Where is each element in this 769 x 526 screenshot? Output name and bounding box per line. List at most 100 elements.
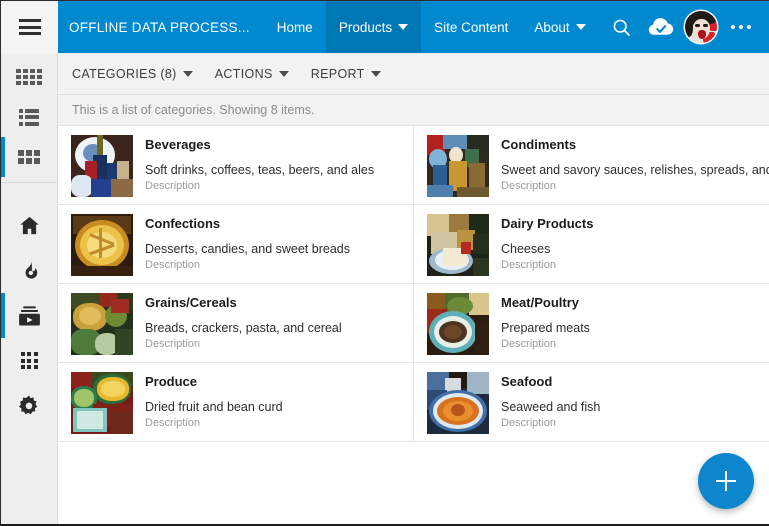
chevron-down-icon [278, 70, 289, 77]
chevron-down-icon [370, 70, 381, 77]
category-card-text: Seafood Seaweed and fish Description [501, 372, 600, 430]
chevron-down-icon [575, 24, 586, 30]
nav-item-products-label: Products [338, 19, 393, 35]
nav-item-site-content[interactable]: Site Content [421, 1, 521, 53]
avatar-eye-right [703, 24, 708, 27]
nav-item-about[interactable]: About [521, 1, 598, 53]
cloud-check-icon [648, 18, 674, 35]
beverages-thumbnail [71, 135, 133, 197]
rail-item-home[interactable] [1, 203, 57, 248]
more-options-icon [730, 24, 752, 30]
list-view-icon [19, 108, 39, 126]
category-card[interactable]: Dairy Products Cheeses Description [414, 205, 769, 284]
info-bar-text: This is a list of categories. Showing 8 … [72, 103, 315, 117]
category-title: Dairy Products [501, 216, 594, 231]
category-sub-label: Description [145, 180, 201, 192]
category-card-text: Dairy Products Cheeses Description [501, 214, 593, 272]
media-library-icon [18, 305, 40, 326]
meat-poultry-thumbnail [427, 293, 489, 355]
more-options-button[interactable] [722, 8, 760, 46]
rail-nav-group [1, 183, 57, 433]
search-button[interactable] [602, 8, 640, 46]
hamburger-icon [18, 19, 41, 35]
nav-item-home-label: Home [276, 19, 313, 35]
command-actions[interactable]: ACTIONS [215, 67, 289, 81]
app-window: OFFLINE DATA PROCESS... Home Products Si… [0, 0, 769, 526]
grains-cereals-thumbnail [71, 293, 133, 355]
category-sub-label: Description [145, 338, 201, 350]
avatar-eye-left [695, 24, 700, 27]
category-card[interactable]: Confections Desserts, candies, and sweet… [58, 205, 414, 284]
category-card[interactable]: Grains/Cereals Breads, crackers, pasta, … [58, 284, 414, 363]
hamburger-menu-button[interactable] [1, 1, 58, 53]
view-mode-group [1, 53, 57, 183]
category-card[interactable]: Meat/Poultry Prepared meats Description [414, 284, 769, 363]
category-sub-label: Description [501, 259, 557, 271]
nav-item-about-label: About [534, 19, 570, 35]
rail-item-media-library[interactable] [1, 293, 57, 338]
view-mode-dense-grid[interactable] [1, 57, 57, 97]
chevron-down-icon [398, 24, 409, 30]
dairy-products-thumbnail [427, 214, 489, 276]
sync-status-button[interactable] [642, 8, 680, 46]
category-card-text: Meat/Poultry Prepared meats Description [501, 293, 590, 351]
apps-grid-icon [20, 352, 38, 369]
category-card-text: Condiments Sweet and savory sauces, reli… [501, 135, 769, 193]
category-sub-label: Description [145, 259, 201, 271]
category-description: Breads, crackers, pasta, and cereal [145, 321, 342, 335]
rail-item-settings[interactable] [1, 383, 57, 428]
plus-icon [724, 471, 728, 491]
category-description: Dried fruit and bean curd [145, 400, 283, 414]
category-description: Seaweed and fish [501, 400, 601, 414]
app-bar-main: OFFLINE DATA PROCESS... Home Products Si… [58, 1, 769, 53]
avatar-hair-side [685, 15, 693, 37]
category-title: Beverages [145, 137, 211, 152]
confections-thumbnail [71, 214, 133, 276]
category-description: Sweet and savory sauces, relishes, sprea… [501, 163, 769, 177]
command-bar: CATEGORIES (8) ACTIONS REPORT [58, 53, 769, 95]
rail-item-trending[interactable] [1, 248, 57, 293]
tile-view-icon [18, 150, 40, 164]
category-card[interactable]: Beverages Soft drinks, coffees, teas, be… [58, 126, 414, 205]
produce-thumbnail [71, 372, 133, 434]
command-report[interactable]: REPORT [311, 67, 381, 81]
search-icon [613, 19, 630, 36]
content-area: CATEGORIES (8) ACTIONS REPORT This is a … [58, 53, 769, 524]
nav-item-products[interactable]: Products [325, 1, 422, 53]
condiments-thumbnail [427, 135, 489, 197]
category-card[interactable]: Condiments Sweet and savory sauces, reli… [414, 126, 769, 205]
category-title: Meat/Poultry [501, 295, 580, 310]
category-title: Seafood [501, 374, 553, 389]
category-card[interactable]: Seafood Seaweed and fish Description [414, 363, 769, 442]
category-description: Prepared meats [501, 321, 590, 335]
category-description: Cheeses [501, 242, 551, 256]
category-sub-label: Description [501, 338, 557, 350]
view-mode-tiles[interactable] [1, 137, 57, 177]
app-bar: OFFLINE DATA PROCESS... Home Products Si… [1, 1, 769, 53]
view-mode-list[interactable] [1, 97, 57, 137]
add-category-button[interactable] [698, 453, 754, 509]
command-report-label: REPORT [310, 66, 365, 81]
brand-title-label: OFFLINE DATA PROCESS... [69, 19, 250, 35]
command-categories-label: CATEGORIES (8) [72, 66, 177, 81]
nav-item-home[interactable]: Home [264, 1, 326, 53]
category-sub-label: Description [145, 417, 201, 429]
category-title: Produce [145, 374, 198, 389]
brand-title[interactable]: OFFLINE DATA PROCESS... [58, 1, 264, 53]
category-sub-label: Description [501, 417, 557, 429]
seafood-thumbnail [427, 372, 489, 434]
command-actions-label: ACTIONS [214, 66, 273, 81]
nav-item-site-content-label: Site Content [434, 19, 509, 35]
avatar[interactable] [685, 11, 717, 43]
category-card[interactable]: Produce Dried fruit and bean curd Descri… [58, 363, 414, 442]
dense-grid-view-icon [16, 69, 42, 85]
category-title: Condiments [501, 137, 577, 152]
app-bar-actions [602, 1, 769, 53]
category-title: Confections [145, 216, 221, 231]
category-card-text: Confections Desserts, candies, and sweet… [145, 214, 350, 272]
command-categories[interactable]: CATEGORIES (8) [72, 67, 193, 81]
settings-gear-icon [19, 395, 38, 414]
info-bar: This is a list of categories. Showing 8 … [58, 95, 769, 126]
rail-item-apps[interactable] [1, 338, 57, 383]
home-icon [19, 216, 39, 235]
